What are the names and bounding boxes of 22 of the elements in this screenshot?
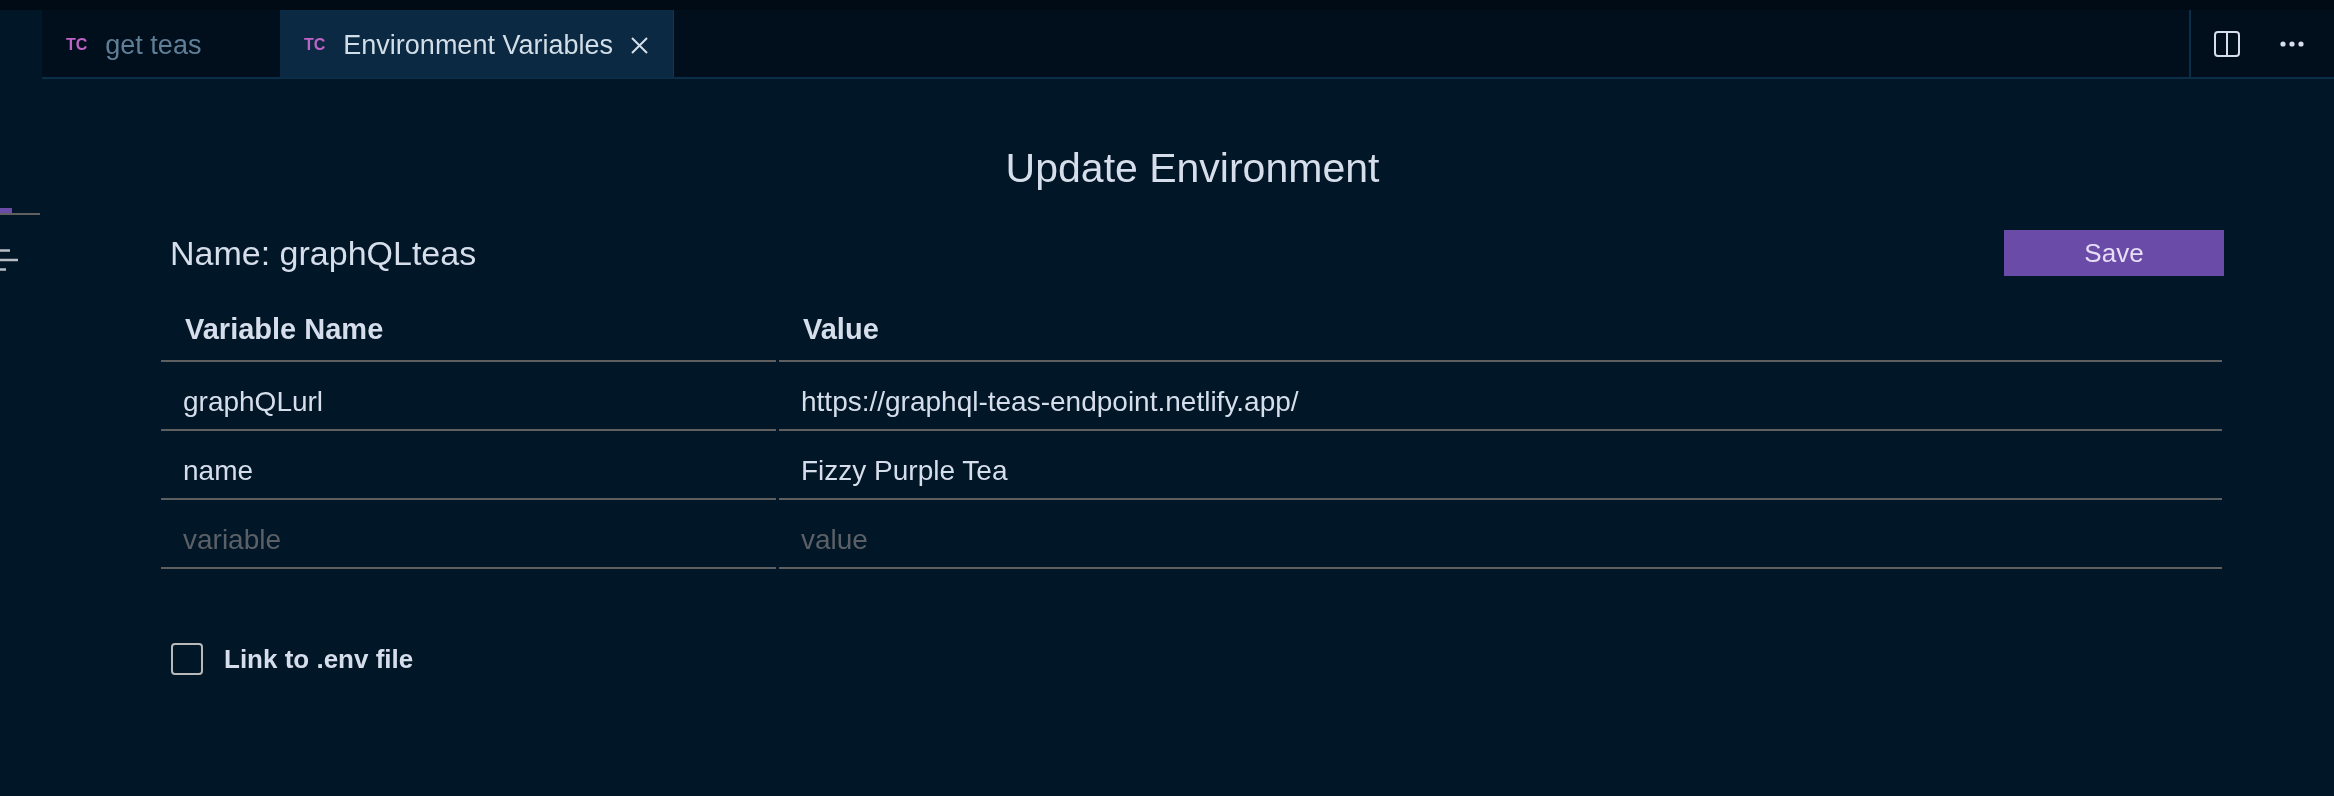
split-editor-icon[interactable] [2214, 30, 2240, 57]
input-field[interactable]: variable [161, 500, 776, 569]
input-field[interactable]: Fizzy Purple Tea [779, 431, 2222, 500]
checkbox[interactable] [171, 643, 203, 675]
more-actions-icon[interactable] [2280, 40, 2304, 47]
page-title: Update Environment [1004, 144, 1381, 193]
close-icon[interactable] [630, 36, 648, 54]
column-header: Variable Name [161, 296, 776, 362]
file-type-label: TC [66, 36, 88, 54]
active-tab-indicator [0, 208, 40, 215]
tab[interactable]: TC get teas [42, 10, 280, 77]
environment-name: Name: graphQLteas [169, 233, 477, 273]
filter-icon[interactable] [0, 249, 18, 271]
input-field[interactable]: name [161, 431, 776, 500]
file-type-label: TC [304, 36, 326, 54]
column-header: Value [779, 296, 2222, 362]
input-field[interactable]: graphQLurl [161, 362, 776, 431]
save-button[interactable]: Save [2004, 230, 2224, 276]
checkbox-label[interactable]: Link to .env file [224, 643, 414, 675]
tab[interactable]: TC Environment Variables [280, 10, 674, 77]
input-field[interactable]: https://graphql-teas-endpoint.netlify.app/ [779, 362, 2222, 431]
input-field[interactable]: value [779, 500, 2222, 569]
